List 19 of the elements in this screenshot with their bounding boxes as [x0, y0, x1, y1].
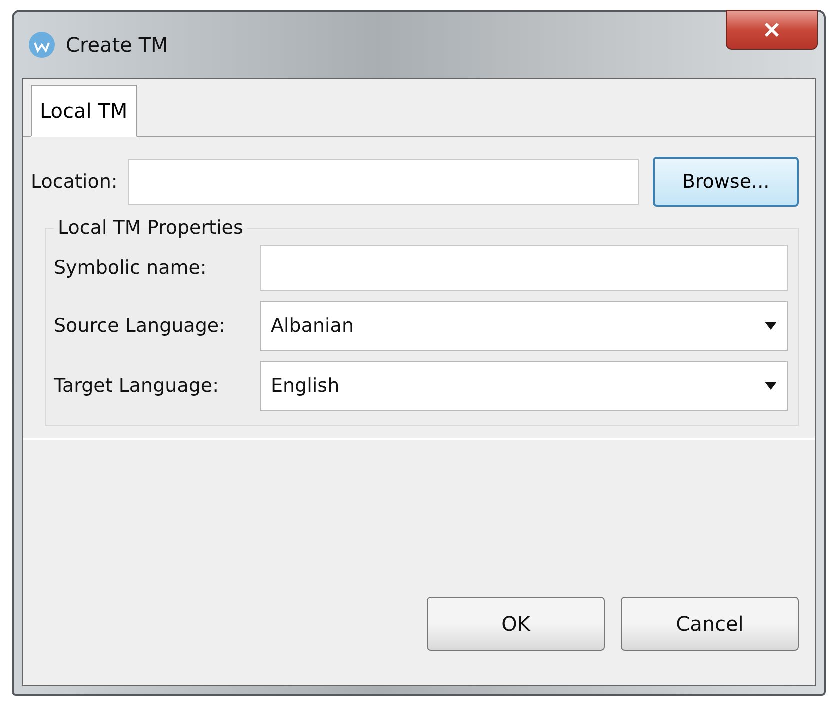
dialog-button[interactable]: Cancel	[621, 597, 799, 651]
close-button[interactable]	[726, 10, 818, 50]
field-label: Symbolic name:	[54, 257, 208, 279]
field-label: Target Language:	[54, 375, 220, 397]
location-label: Location:	[31, 171, 118, 193]
app-logo-icon	[28, 31, 56, 59]
location-field[interactable]	[128, 159, 639, 205]
close-icon	[764, 22, 780, 38]
dropdown-arrow-icon	[765, 382, 777, 390]
tab[interactable]: Local TM	[31, 85, 137, 137]
dialog-button[interactable]: OK	[427, 597, 605, 651]
dropdown-arrow-icon	[765, 322, 777, 330]
text-field[interactable]	[260, 245, 788, 291]
language-dropdown[interactable]: Albanian	[260, 301, 788, 351]
group-title: Local TM Properties	[57, 217, 244, 239]
window-title: Create TM	[66, 33, 168, 57]
language-dropdown[interactable]: English	[260, 361, 788, 411]
field-label: Source Language:	[54, 315, 226, 337]
browse-button[interactable]: Browse...	[653, 157, 799, 207]
